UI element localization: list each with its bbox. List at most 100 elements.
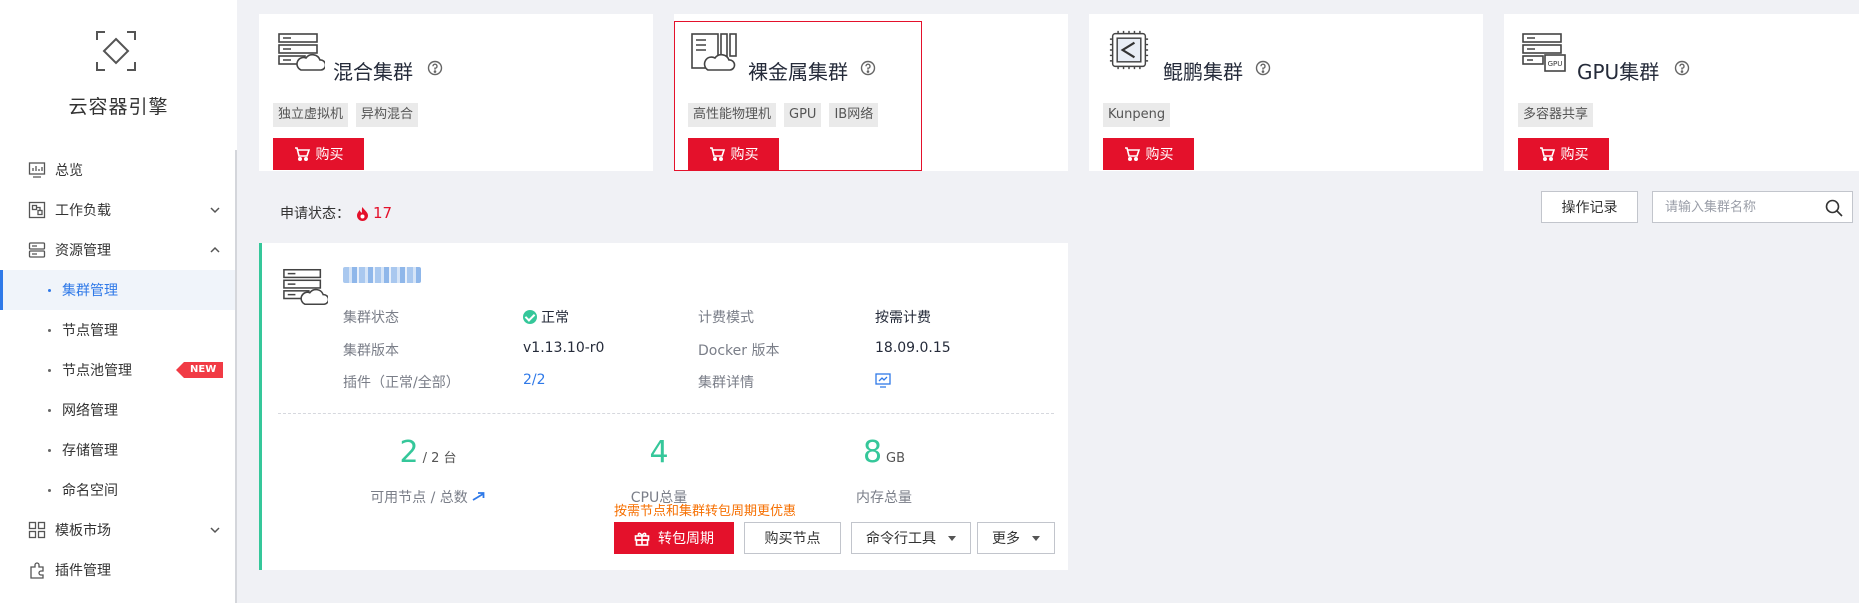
- apply-count-value: 17: [373, 204, 393, 222]
- docker-version-value: 18.09.0.15: [875, 340, 951, 356]
- plugin-icon: [30, 562, 44, 579]
- shopping-cart-icon: [1539, 147, 1555, 161]
- addon-status-label: 插件（正常/全部）: [343, 375, 460, 391]
- buy-kunpeng-cluster-button[interactable]: 购买: [1103, 138, 1194, 170]
- new-badge: NEW: [176, 362, 224, 378]
- shopping-cart-icon: [294, 147, 310, 161]
- memory-total-label: 内存总量: [856, 490, 912, 506]
- cluster-card: kvm-test 集群状态 正常 计费模式 按需计费 集群版本 v1.13.10…: [259, 243, 1068, 570]
- sidebar-item-label: 模板市场: [55, 523, 111, 539]
- brand-title: 云容器引擎: [68, 96, 169, 118]
- available-nodes-label: 可用节点 / 总数: [370, 490, 468, 506]
- feature-tag: 独立虚拟机: [273, 103, 349, 127]
- sidebar-nav: 总览 工作负载 资源管理 集群管理 节点管理 节点池管理 NEW 网络管理 存储…: [0, 150, 235, 590]
- convert-label: 转包周期: [658, 531, 714, 547]
- selected-highlight-frame: [674, 21, 922, 171]
- buy-label: 购买: [1560, 147, 1589, 163]
- tag-list: 独立虚拟机 异构混合: [273, 103, 419, 127]
- cluster-search-input[interactable]: [1653, 192, 1813, 222]
- sidebar-subitem-network-management[interactable]: 网络管理: [0, 390, 235, 430]
- memory-unit: GB: [886, 451, 906, 466]
- tag-list: 多容器共享: [1518, 103, 1594, 127]
- monitor-chart-icon[interactable]: [875, 372, 891, 388]
- docker-version-label: Docker 版本: [698, 343, 780, 359]
- stat-memory-total: 8 GB 内存总量: [784, 435, 984, 506]
- nodes-total-text: / 2 台: [422, 451, 457, 466]
- sidebar-item-label: 总览: [55, 163, 83, 179]
- sidebar-item-overview[interactable]: 总览: [0, 150, 235, 190]
- feature-tag: Kunpeng: [1103, 103, 1171, 127]
- cluster-status-value: 正常: [523, 307, 569, 327]
- cpu-total-value: 4: [649, 435, 669, 470]
- apply-status-count[interactable]: 17: [356, 204, 392, 222]
- cluster-name: kvm-test: [343, 267, 421, 283]
- sidebar-scrollbar[interactable]: [235, 150, 237, 603]
- search-icon[interactable]: [1825, 199, 1843, 217]
- billing-mode-value: 按需计费: [875, 310, 931, 326]
- chevron-down-icon: [210, 527, 220, 534]
- sidebar-item-label: 插件管理: [55, 563, 111, 579]
- convert-to-yearly-monthly-button[interactable]: 转包周期: [614, 522, 734, 554]
- cluster-type-name: GPU集群: [1577, 60, 1660, 84]
- bullet-dot: [48, 488, 51, 492]
- sidebar-item-addon-management[interactable]: 插件管理: [0, 550, 235, 590]
- sidebar-item-template-market[interactable]: 模板市场: [0, 510, 235, 550]
- sidebar-item-workloads[interactable]: 工作负载: [0, 190, 235, 230]
- more-label: 更多: [992, 531, 1020, 547]
- feature-tag: 多容器共享: [1518, 103, 1594, 127]
- cli-tools-dropdown[interactable]: 命令行工具: [851, 522, 971, 554]
- promo-text: 按需节点和集群转包周期更优惠: [614, 504, 797, 519]
- buy-label: 购买: [1145, 147, 1174, 163]
- buy-node-button[interactable]: 购买节点: [744, 522, 841, 554]
- addon-status-link[interactable]: 2/2: [523, 372, 546, 388]
- sidebar-subitem-node-management[interactable]: 节点管理: [0, 310, 235, 350]
- sidebar-item-resource-management[interactable]: 资源管理: [0, 230, 235, 270]
- cluster-search-box: [1652, 191, 1853, 223]
- grid-apps-icon: [28, 521, 46, 539]
- arrow-right-icon[interactable]: [472, 491, 486, 503]
- buy-hybrid-cluster-button[interactable]: 购买: [273, 138, 364, 170]
- gift-icon: [634, 532, 650, 546]
- sidebar-subitem-label: 节点池管理: [62, 363, 132, 379]
- success-check-icon: [523, 310, 537, 324]
- available-nodes-value: 2: [399, 435, 419, 470]
- cluster-type-name: 鲲鹏集群: [1163, 60, 1243, 84]
- cluster-version-label: 集群版本: [343, 343, 399, 359]
- buy-label: 购买: [315, 147, 344, 163]
- gpu-cluster-icon: GPU: [1522, 33, 1566, 72]
- help-icon[interactable]: [427, 60, 443, 76]
- dashboard-icon: [28, 162, 46, 178]
- hybrid-cluster-icon: [283, 268, 328, 306]
- cluster-type-name: 混合集群: [333, 60, 413, 84]
- cluster-type-card-kunpeng: 鲲鹏集群 Kunpeng 购买: [1089, 14, 1483, 171]
- sidebar-subitem-node-pool-management[interactable]: 节点池管理 NEW: [0, 350, 235, 390]
- apply-status-label: 申请状态：: [280, 206, 350, 222]
- sidebar-subitem-label: 存储管理: [62, 443, 118, 459]
- sidebar-subitem-storage-management[interactable]: 存储管理: [0, 430, 235, 470]
- bullet-dot: [48, 408, 51, 412]
- sidebar: 云容器引擎 总览 工作负载 资源管理 集群管理 节点管理 节点池管理 NEW 网…: [0, 0, 237, 603]
- sidebar-subitem-label: 网络管理: [62, 403, 118, 419]
- cluster-status-label: 集群状态: [343, 310, 399, 326]
- fire-icon: [357, 206, 368, 221]
- cluster-version-value: v1.13.10-r0: [523, 340, 605, 356]
- cloud-container-engine-logo-icon: [96, 31, 136, 71]
- sidebar-subitem-label: 节点管理: [62, 323, 118, 339]
- feature-tag: 异构混合: [356, 103, 419, 127]
- cluster-name-link[interactable]: kvm-test: [343, 267, 421, 283]
- operation-record-button[interactable]: 操作记录: [1541, 191, 1638, 223]
- stat-cpu-total: 4 CPU总量: [559, 435, 759, 506]
- sidebar-subitem-namespace[interactable]: 命名空间: [0, 470, 235, 510]
- sidebar-subitem-cluster-management[interactable]: 集群管理: [0, 270, 235, 310]
- more-dropdown[interactable]: 更多: [977, 522, 1055, 554]
- cluster-detail-label: 集群详情: [698, 375, 754, 391]
- status-text: 正常: [541, 310, 569, 326]
- buy-gpu-cluster-button[interactable]: 购买: [1518, 138, 1609, 170]
- help-icon[interactable]: [1674, 60, 1690, 76]
- chevron-up-icon: [210, 246, 220, 253]
- bullet-dot: [48, 368, 51, 372]
- bullet-dot: [48, 448, 51, 452]
- sidebar-item-label: 资源管理: [55, 243, 111, 259]
- sidebar-subitem-label: 命名空间: [62, 483, 118, 499]
- help-icon[interactable]: [1255, 60, 1271, 76]
